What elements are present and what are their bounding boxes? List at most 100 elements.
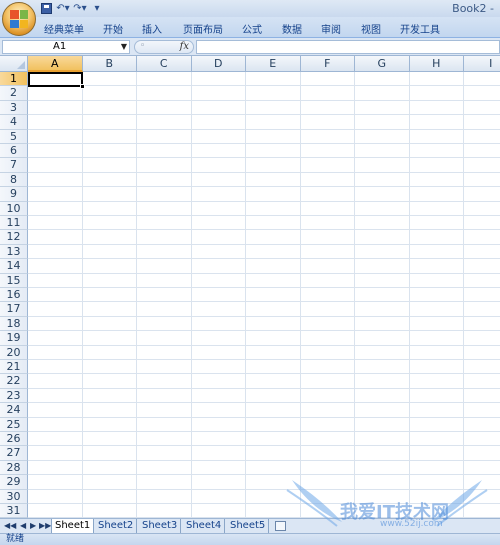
row-gridline [28, 128, 500, 130]
column-header-i[interactable]: I [464, 56, 500, 72]
row-header-15[interactable]: 15 [0, 273, 28, 288]
row-header-28[interactable]: 28 [0, 460, 28, 476]
customize-icon[interactable]: ▾ [91, 3, 103, 15]
watermark-url: www.52ij.com [380, 519, 443, 529]
tab-developer[interactable]: 开发工具 [400, 21, 440, 36]
row-header-31[interactable]: 31 [0, 504, 28, 518]
column-gridline [463, 72, 464, 518]
row-header-20[interactable]: 20 [0, 345, 28, 360]
row-header-5[interactable]: 5 [0, 129, 28, 144]
row-header-25[interactable]: 25 [0, 417, 28, 432]
status-text: 就绪 [6, 534, 25, 544]
column-header-h[interactable]: H [409, 56, 464, 72]
formula-input[interactable] [196, 40, 500, 54]
sheet-tab-3[interactable]: Sheet3 [139, 519, 182, 533]
row-gridline [28, 85, 500, 87]
column-header-g[interactable]: G [355, 56, 410, 72]
row-gridline [28, 301, 500, 303]
row-gridline [28, 258, 500, 260]
row-gridline [28, 387, 500, 389]
tab-classic-menu[interactable]: 经典菜单 [44, 21, 84, 36]
column-gridline [299, 72, 301, 518]
row-gridline [28, 215, 500, 216]
row-gridline [28, 143, 500, 144]
row-header-23[interactable]: 23 [0, 388, 28, 404]
row-header-9[interactable]: 9 [0, 187, 28, 202]
fill-handle[interactable] [80, 84, 85, 89]
row-header-22[interactable]: 22 [0, 374, 28, 389]
row-header-18[interactable]: 18 [0, 316, 28, 332]
row-gridline [28, 200, 500, 202]
chevron-down-icon[interactable]: ▼ [121, 41, 127, 53]
tab-formulas[interactable]: 公式 [242, 21, 262, 36]
row-header-11[interactable]: 11 [0, 216, 28, 231]
row-header-17[interactable]: 17 [0, 302, 28, 317]
row-gridline [28, 229, 500, 231]
row-gridline [28, 186, 500, 188]
title-bar: ↶▾ ↷▾ ▾ Book2 - [0, 0, 500, 17]
row-gridline [28, 416, 500, 418]
row-header-4[interactable]: 4 [0, 115, 28, 130]
column-header-f[interactable]: F [300, 56, 355, 72]
sheet-tab-2[interactable]: Sheet2 [95, 519, 138, 533]
first-sheet-icon[interactable]: ◀◀ [4, 521, 16, 530]
save-icon[interactable] [40, 3, 52, 15]
column-header-b[interactable]: B [82, 56, 137, 72]
row-header-29[interactable]: 29 [0, 475, 28, 490]
worksheet-grid[interactable]: A B C D E F G H I 1 2 3 4 5 6 7 8 9 10 11 12 13 14 15 16 17 18 19 20… [0, 56, 500, 518]
row-header-6[interactable]: 6 [0, 144, 28, 159]
tab-view[interactable]: 视图 [361, 21, 381, 36]
office-button[interactable] [2, 2, 36, 36]
last-sheet-icon[interactable]: ▶▶ [39, 521, 51, 530]
column-gridline [408, 72, 410, 518]
row-header-16[interactable]: 16 [0, 288, 28, 303]
row-header-26[interactable]: 26 [0, 432, 28, 447]
column-header-c[interactable]: C [137, 56, 192, 72]
tab-data[interactable]: 数据 [282, 21, 302, 36]
row-header-12[interactable]: 12 [0, 230, 28, 245]
row-header-14[interactable]: 14 [0, 259, 28, 274]
row-gridline [28, 330, 500, 332]
column-gridline [190, 72, 192, 518]
row-header-1[interactable]: 1 [0, 72, 28, 87]
row-gridline [28, 157, 500, 159]
column-gridline [136, 72, 137, 518]
undo-icon[interactable]: ↶▾ [56, 3, 69, 15]
row-header-8[interactable]: 8 [0, 172, 28, 188]
insert-function-icon[interactable]: fx [180, 41, 189, 52]
tab-page-layout[interactable]: 页面布局 [183, 21, 223, 36]
tab-home[interactable]: 开始 [103, 21, 123, 36]
row-gridline [28, 459, 500, 461]
active-cell-a1[interactable] [28, 72, 83, 87]
column-header-a[interactable]: A [28, 56, 83, 72]
expand-icon[interactable]: ◦ [140, 41, 145, 51]
document-title: Book2 - [452, 2, 494, 15]
row-header-30[interactable]: 30 [0, 489, 28, 504]
row-header-13[interactable]: 13 [0, 244, 28, 260]
tab-insert[interactable]: 插入 [142, 21, 162, 36]
select-all-corner[interactable] [0, 56, 28, 72]
sheet-tab-5[interactable]: Sheet5 [227, 519, 270, 533]
row-header-27[interactable]: 27 [0, 446, 28, 461]
status-bar: 就绪 [0, 533, 500, 545]
row-header-19[interactable]: 19 [0, 331, 28, 346]
row-header-3[interactable]: 3 [0, 100, 28, 116]
insert-sheet-icon[interactable] [275, 521, 286, 531]
prev-sheet-icon[interactable]: ◀ [20, 521, 26, 530]
row-gridline [28, 243, 500, 245]
column-header-d[interactable]: D [191, 56, 246, 72]
row-header-2[interactable]: 2 [0, 86, 28, 101]
row-header-21[interactable]: 21 [0, 360, 28, 375]
column-header-e[interactable]: E [246, 56, 301, 72]
formula-bar: A1 ▼ ◦ fx [0, 38, 500, 56]
row-header-10[interactable]: 10 [0, 201, 28, 216]
next-sheet-icon[interactable]: ▶ [30, 521, 36, 530]
row-header-7[interactable]: 7 [0, 158, 28, 173]
sheet-tab-4[interactable]: Sheet4 [183, 519, 226, 533]
row-header-24[interactable]: 24 [0, 403, 28, 418]
tab-review[interactable]: 审阅 [321, 21, 341, 36]
column-gridline [354, 72, 355, 518]
redo-icon[interactable]: ↷▾ [73, 3, 86, 15]
sheet-tab-1[interactable]: Sheet1 [51, 519, 95, 533]
name-box[interactable]: A1 ▼ [2, 40, 130, 54]
